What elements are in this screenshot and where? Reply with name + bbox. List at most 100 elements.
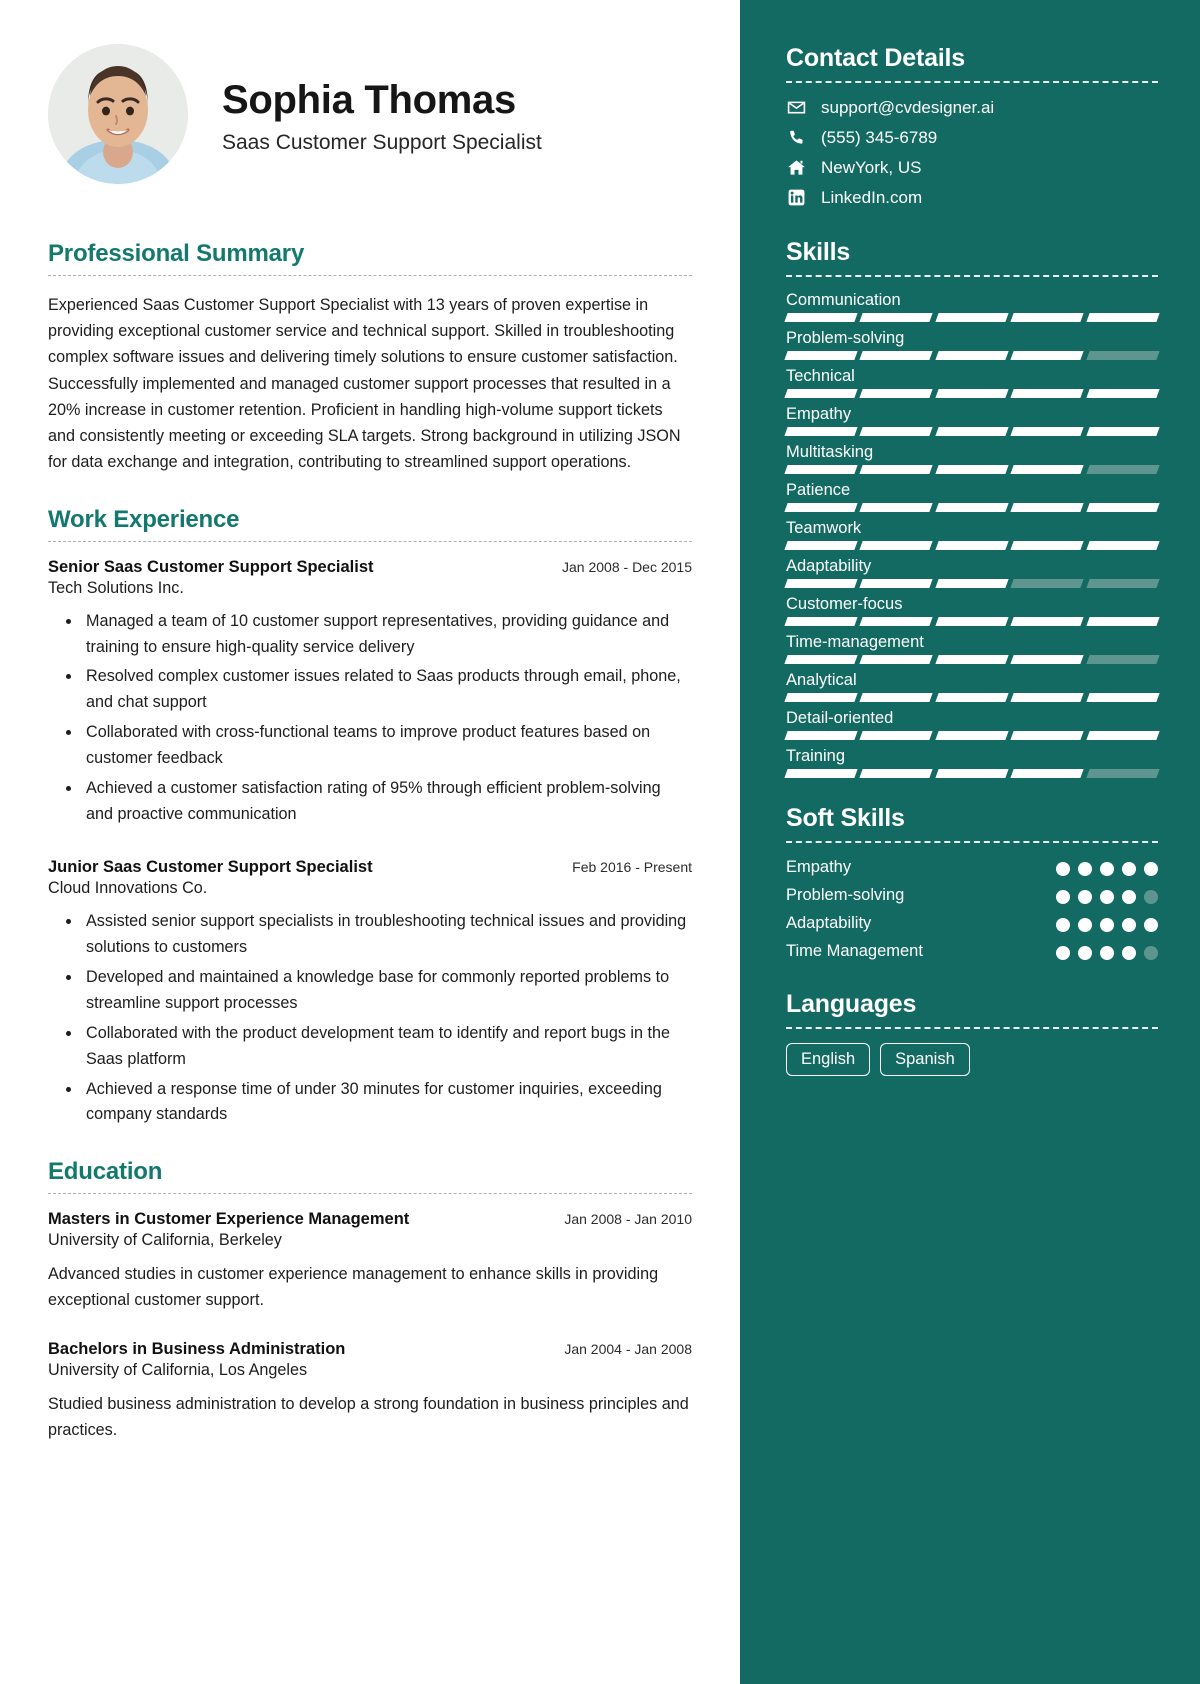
skills-list: Communication Problem-solving Technical Emp… xyxy=(784,291,1160,778)
skill-level-bar xyxy=(784,579,1160,588)
skill-item: Technical xyxy=(784,367,1160,398)
skill-bar-segment xyxy=(784,693,859,702)
email-icon xyxy=(786,97,807,118)
contact-list: support@cvdesigner.ai (555) 345-6789 New… xyxy=(786,97,1158,208)
skill-bar-segment xyxy=(935,579,1009,588)
soft-skill-row: Adaptability xyxy=(786,913,1158,934)
skill-item: Training xyxy=(784,747,1160,778)
skill-bar-segment xyxy=(784,769,859,778)
skill-level-bar xyxy=(784,503,1160,512)
soft-skill-rating-dots xyxy=(1056,941,1158,961)
skill-bar-segment xyxy=(859,427,934,436)
skill-bar-segment xyxy=(1085,617,1160,626)
skill-bar-segment xyxy=(784,541,859,550)
skill-bar-segment xyxy=(1010,655,1085,664)
contact-phone-value: (555) 345-6789 xyxy=(821,127,938,147)
rating-dot xyxy=(1078,862,1092,876)
soft-skill-rating-dots xyxy=(1056,885,1158,905)
rating-dot xyxy=(1144,862,1158,876)
contact-item-email[interactable]: support@cvdesigner.ai xyxy=(786,97,1158,118)
skill-bar-segment xyxy=(1010,579,1085,588)
education-organization: University of California, Berkeley xyxy=(48,1231,282,1250)
divider xyxy=(786,841,1158,843)
skill-bar-segment xyxy=(784,617,859,626)
education-title: Bachelors in Business Administration xyxy=(48,1340,346,1359)
experience-organization: Tech Solutions Inc. xyxy=(48,578,184,597)
skill-label: Analytical xyxy=(786,671,857,689)
skill-bar-segment xyxy=(935,503,1009,512)
skill-item: Analytical xyxy=(784,671,1160,702)
skill-bar-segment xyxy=(784,731,859,740)
skill-bar-segment xyxy=(935,731,1009,740)
skill-level-bar xyxy=(784,427,1160,436)
skill-bar-segment xyxy=(935,389,1009,398)
skill-bar-segment xyxy=(935,541,1009,550)
home-icon xyxy=(786,157,807,178)
resume-page: Sophia Thomas Saas Customer Support Spec… xyxy=(0,0,1200,1684)
skill-bar-segment xyxy=(1010,465,1085,474)
skill-label: Communication xyxy=(786,291,901,309)
contact-item-phone[interactable]: (555) 345-6789 xyxy=(786,127,1158,148)
experience-date: Feb 2016 - Present xyxy=(572,859,692,876)
skill-bar-segment xyxy=(1010,351,1085,360)
skill-bar-segment xyxy=(1085,693,1160,702)
skill-item: Adaptability xyxy=(784,557,1160,588)
skill-level-bar xyxy=(784,655,1160,664)
skill-bar-segment xyxy=(1085,389,1160,398)
skill-bar-segment xyxy=(935,617,1009,626)
skill-label: Training xyxy=(786,747,845,765)
skill-bar-segment xyxy=(859,351,934,360)
contact-location-value: NewYork, US xyxy=(821,157,922,177)
section-professional-summary: Professional Summary Experienced Saas Cu… xyxy=(48,240,692,476)
skill-label: Technical xyxy=(786,367,855,385)
skill-label: Detail-oriented xyxy=(786,709,894,727)
education-description: Advanced studies in customer experience … xyxy=(48,1265,659,1310)
soft-skill-label: Time Management xyxy=(786,942,923,961)
experience-entry: Senior Saas Customer Support Specialist … xyxy=(48,558,692,828)
section-soft-skills: Soft Skills Empathy Problem-solving Adapta… xyxy=(786,804,1158,962)
skill-bar-segment xyxy=(859,769,934,778)
skill-bar-segment xyxy=(1085,465,1160,474)
resume-header: Sophia Thomas Saas Customer Support Spec… xyxy=(48,44,692,184)
skill-bar-segment xyxy=(1085,769,1160,778)
soft-skill-rating-dots xyxy=(1056,857,1158,876)
skill-bar-segment xyxy=(859,389,934,398)
rating-dot xyxy=(1100,890,1114,905)
skill-bar-segment xyxy=(1085,427,1160,436)
skill-bar-segment xyxy=(935,351,1009,360)
rating-dot xyxy=(1144,890,1158,905)
divider xyxy=(48,1193,692,1195)
skill-bar-segment xyxy=(1010,389,1085,398)
skill-bar-segment xyxy=(935,769,1009,778)
education-heading: Education xyxy=(48,1158,163,1186)
skill-bar-segment xyxy=(784,465,859,474)
summary-text: Experienced Saas Customer Support Specia… xyxy=(48,296,681,472)
page-title: Sophia Thomas xyxy=(222,77,516,122)
list-item: Managed a team of 10 customer support re… xyxy=(82,609,692,661)
rating-dot xyxy=(1056,946,1070,961)
skill-level-bar xyxy=(784,731,1160,740)
contact-item-linkedin[interactable]: LinkedIn.com xyxy=(786,187,1158,208)
skill-bar-segment xyxy=(784,579,859,588)
contact-item-location[interactable]: NewYork, US xyxy=(786,157,1158,178)
skill-bar-segment xyxy=(859,655,934,664)
section-skills: Skills Communication Problem-solving Techn… xyxy=(784,238,1160,778)
rating-dot xyxy=(1144,946,1158,961)
contact-email-value: support@cvdesigner.ai xyxy=(821,97,995,117)
experience-date: Jan 2008 - Dec 2015 xyxy=(562,558,692,575)
skill-bar-segment xyxy=(859,731,934,740)
skill-label: Problem-solving xyxy=(786,329,905,347)
section-education: Education Masters in Customer Experience… xyxy=(48,1158,692,1444)
skill-bar-segment xyxy=(935,465,1009,474)
skill-bar-segment xyxy=(935,655,1009,664)
skill-bar-segment xyxy=(859,579,934,588)
contact-linkedin-value: LinkedIn.com xyxy=(821,187,923,207)
divider xyxy=(48,275,692,276)
skill-level-bar xyxy=(784,769,1160,778)
skill-label: Empathy xyxy=(786,405,852,423)
skill-bar-segment xyxy=(784,427,859,436)
skill-level-bar xyxy=(784,313,1160,322)
rating-dot xyxy=(1122,946,1136,961)
